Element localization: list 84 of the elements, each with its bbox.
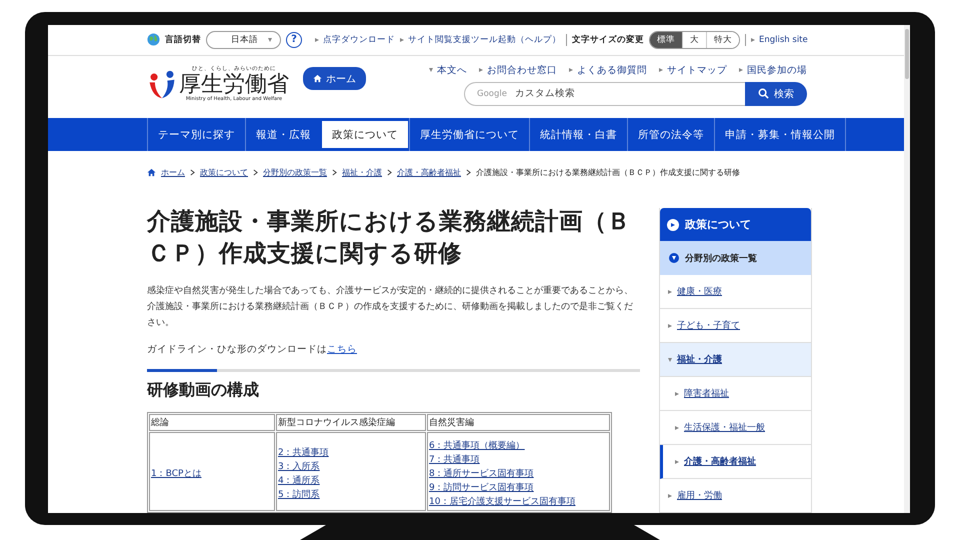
- video-link[interactable]: 4：通所系: [278, 474, 424, 488]
- nav-tab[interactable]: 統計情報・白書: [529, 118, 627, 151]
- sidebar-item[interactable]: 福祉・介護: [660, 343, 811, 377]
- search-button[interactable]: 検索: [745, 82, 807, 106]
- triangle-icon: [668, 290, 672, 294]
- column-header: 総論: [149, 414, 275, 431]
- video-link[interactable]: 9：訪問サービス固有事項: [429, 481, 608, 495]
- breadcrumb-current: 介護施設・事業所における業務継続計画（ＢＣＰ）作成支援に関する研修: [476, 167, 740, 178]
- triangle-icon: [429, 68, 433, 72]
- english-site-link[interactable]: English site: [759, 34, 808, 45]
- nav-tab[interactable]: 政策について: [321, 120, 409, 149]
- nav-tab[interactable]: テーマ別に探す: [147, 118, 245, 151]
- breadcrumb-link[interactable]: 介護・高齢者福祉: [397, 167, 461, 178]
- nav-tab[interactable]: 厚生労働省について: [409, 118, 529, 151]
- house-icon: [147, 168, 156, 178]
- scrollbar[interactable]: [904, 25, 910, 513]
- column-header: 新型コロナウイルス感染症編: [276, 414, 426, 431]
- triangle-icon: [668, 324, 672, 328]
- intro-paragraph: 感染症や自然災害が発生した場合であっても、介護サービスが安定的・継続的に提供されることが重要であることから、介護施設・事業所における業務継続計画（ＢＣＰ）の作成を支援するために、研修動画を掲載しましたので是非ご覧ください。: [147, 284, 634, 330]
- video-link[interactable]: 7：共通事項: [429, 453, 608, 467]
- breadcrumb-link[interactable]: 分野別の政策一覧: [263, 167, 327, 178]
- triangle-icon: [675, 426, 679, 430]
- video-link[interactable]: 5：訪問系: [278, 488, 424, 502]
- sidebar-subitem[interactable]: 障害者福祉: [660, 377, 811, 411]
- home-button[interactable]: ホーム: [303, 67, 366, 90]
- logo-drawing: [147, 70, 177, 100]
- breadcrumb-link[interactable]: 政策について: [200, 167, 248, 178]
- help-button[interactable]: ?: [286, 32, 302, 48]
- triangle-icon: [751, 38, 755, 42]
- column-header: 自然災害編: [427, 414, 610, 431]
- language-select[interactable]: 日本語: [206, 30, 281, 49]
- header-link[interactable]: お問合わせ窓口: [487, 64, 557, 76]
- globe-icon: [147, 33, 160, 46]
- breadcrumb-link[interactable]: ホーム: [161, 167, 185, 178]
- triangle-icon: [400, 38, 404, 42]
- triangle-icon: [315, 38, 319, 42]
- arrow-circle-icon: [667, 218, 679, 230]
- triangle-icon: [675, 460, 679, 464]
- search-icon: [758, 88, 769, 99]
- video-link[interactable]: 6：共通事項（概要編）: [429, 439, 608, 453]
- house-icon: [313, 74, 322, 83]
- chevron-icon: [190, 169, 195, 176]
- download-text: ガイドライン・ひな形のダウンロードは: [147, 344, 327, 355]
- logo-name: 厚生労働省: [179, 74, 289, 96]
- font-size-option[interactable]: 標準: [650, 32, 682, 48]
- breadcrumb-link[interactable]: 福祉・介護: [342, 167, 382, 178]
- nav-tab[interactable]: 申請・募集・情報公開: [714, 118, 846, 151]
- header-link[interactable]: サイトマップ: [667, 64, 727, 76]
- triangle-icon: [659, 68, 663, 72]
- chevron-icon: [466, 169, 471, 176]
- triangle-icon: [675, 392, 679, 396]
- sidebar-subitem[interactable]: 生活保護・福祉一般: [660, 411, 811, 445]
- chevron-icon: [387, 169, 392, 176]
- nav-tab[interactable]: 所管の法令等: [627, 118, 714, 151]
- font-size-option[interactable]: 特大: [706, 32, 739, 48]
- sidebar-item[interactable]: 健康・医療: [660, 275, 811, 309]
- arrow-circle-icon: [669, 253, 679, 263]
- video-link[interactable]: 3：入所系: [278, 460, 424, 474]
- utility-link[interactable]: サイト閲覧支援ツール起動（ヘルプ）: [408, 34, 561, 46]
- font-size-label: 文字サイズの変更: [572, 34, 644, 46]
- page-title: 介護施設・事業所における業務継続計画（ＢＣＰ）作成支援に関する研修: [147, 206, 632, 269]
- sidebar-subitem[interactable]: 介護・高齢者福祉: [660, 445, 811, 479]
- triangle-icon: [668, 494, 672, 498]
- header-link[interactable]: 本文へ: [437, 64, 467, 76]
- triangle-icon: [739, 68, 743, 72]
- triangle-icon: [668, 358, 672, 362]
- section-heading: 研修動画の構成: [147, 380, 260, 401]
- sidebar-item[interactable]: 雇用・労働: [660, 479, 811, 513]
- triangle-icon: [569, 68, 573, 72]
- header-link[interactable]: よくある御質問: [577, 64, 647, 76]
- language-label: 言語切替: [165, 34, 201, 46]
- video-link[interactable]: 8：通所サービス固有事項: [429, 467, 608, 481]
- chevron-icon: [332, 169, 337, 176]
- sidebar-heading[interactable]: 政策について: [660, 208, 811, 241]
- download-link[interactable]: こちら: [327, 344, 357, 355]
- sidebar-subheading[interactable]: 分野別の政策一覧: [660, 241, 811, 275]
- video-link[interactable]: 1：BCPとは: [151, 467, 273, 481]
- video-link[interactable]: 2：共通事項: [278, 446, 424, 460]
- search-brand-label: Google: [477, 88, 507, 98]
- utility-link[interactable]: 点字ダウンロード: [323, 34, 395, 46]
- header-link[interactable]: 国民参加の場: [747, 64, 807, 76]
- chevron-icon: [253, 169, 258, 176]
- video-link[interactable]: 10：居宅介護支援サービス固有事項: [429, 495, 608, 509]
- triangle-icon: [479, 68, 483, 72]
